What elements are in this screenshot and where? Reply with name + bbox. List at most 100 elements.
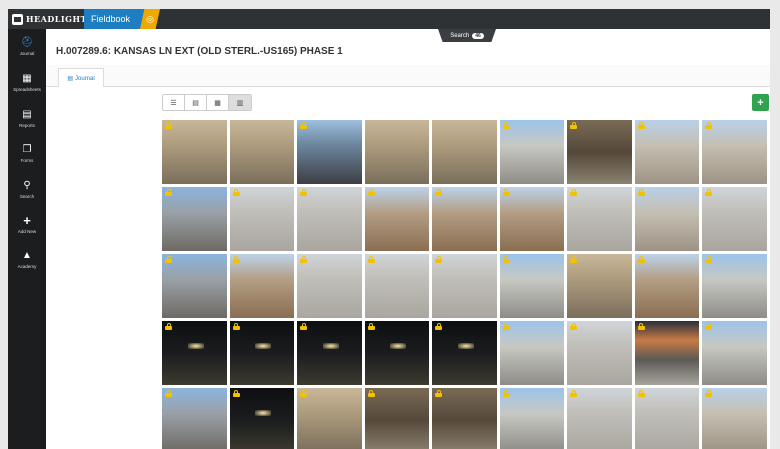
- tab-journal[interactable]: ▤ Journal: [58, 68, 104, 88]
- photo-thumbnail[interactable]: [229, 321, 294, 385]
- lock-icon: [435, 390, 442, 397]
- lock-icon: [300, 122, 307, 129]
- photo-thumbnail[interactable]: [364, 187, 429, 251]
- photo-thumbnail[interactable]: [229, 254, 294, 318]
- photo-thumbnail[interactable]: [162, 120, 227, 184]
- photo-thumbnail[interactable]: [567, 120, 632, 184]
- lock-icon: [232, 323, 240, 330]
- sidebar-item-journal[interactable]: ⛑ Journal: [8, 29, 46, 63]
- sidebar-item-add-new[interactable]: + Add New: [8, 207, 46, 241]
- photo-thumbnail[interactable]: [499, 187, 564, 251]
- photo-thumbnail[interactable]: [634, 254, 699, 318]
- photo-thumbnail[interactable]: [634, 388, 699, 449]
- photo-thumbnail[interactable]: [432, 321, 497, 385]
- photo-thumbnail[interactable]: [499, 254, 564, 318]
- photo-thumbnail[interactable]: [162, 254, 227, 318]
- lock-icon: [637, 122, 645, 129]
- photo-thumbnail[interactable]: [567, 254, 632, 318]
- lock-icon: [435, 189, 442, 196]
- photo-thumbnail[interactable]: [702, 254, 767, 318]
- sidebar-item-label: Spreadsheets: [13, 86, 41, 92]
- fieldbook-tab[interactable]: Fieldbook: [84, 9, 148, 29]
- lock-icon: [705, 390, 712, 397]
- lock-icon: [570, 256, 577, 263]
- photo-thumbnail[interactable]: [702, 187, 767, 251]
- lock-icon: [367, 323, 375, 330]
- photo-thumbnail[interactable]: [297, 120, 362, 184]
- photo-thumbnail[interactable]: [297, 254, 362, 318]
- sidebar-item-label: Search: [19, 193, 35, 199]
- forms-icon: ❐: [22, 143, 32, 155]
- page-header: Search 46 H.007289.6: KANSAS LN EXT (OLD…: [46, 29, 770, 65]
- photo-thumbnail[interactable]: [702, 321, 767, 385]
- light-glow: [187, 343, 204, 350]
- photo-thumbnail[interactable]: [567, 321, 632, 385]
- photo-thumbnail[interactable]: [499, 388, 564, 449]
- photo-thumbnail[interactable]: [634, 321, 699, 385]
- photo-thumbnail[interactable]: [162, 187, 227, 251]
- sidebar-item-search[interactable]: ⚲ Search: [8, 172, 46, 206]
- lock-icon: [502, 122, 510, 129]
- photo-thumbnail[interactable]: [364, 388, 429, 449]
- headlight-logo-icon: [12, 13, 23, 25]
- sidebar-item-spreadsheets[interactable]: ▦ Spreadsheets: [8, 65, 46, 99]
- photo-thumbnail[interactable]: [432, 254, 497, 318]
- brand-name: HEADLIGHT: [26, 14, 88, 24]
- lock-icon: [232, 256, 240, 263]
- view-toggle: ☰ ▤ ▦ ▥: [162, 94, 252, 111]
- lock-icon: [300, 256, 307, 263]
- photo-thumbnail[interactable]: [634, 120, 699, 184]
- lock-icon: [165, 122, 172, 129]
- main-content: ☰ ▤ ▦ ▥ +: [46, 87, 770, 449]
- photo-thumbnail[interactable]: [162, 388, 227, 449]
- medium-grid-icon[interactable]: ▦: [207, 95, 229, 110]
- photo-thumbnail[interactable]: [364, 120, 429, 184]
- photo-thumbnail[interactable]: [432, 120, 497, 184]
- search-tab[interactable]: Search 46: [438, 29, 496, 42]
- window-frame-right: [770, 0, 780, 449]
- lock-icon: [300, 323, 307, 330]
- lock-icon: [637, 189, 645, 196]
- sidebar-item-forms[interactable]: ❐ Forms: [8, 136, 46, 170]
- sidebar-item-reports[interactable]: ▤ Reports: [8, 101, 46, 135]
- photo-thumbnail[interactable]: [432, 187, 497, 251]
- search-count-badge: 46: [472, 32, 484, 39]
- photo-thumbnail[interactable]: [364, 254, 429, 318]
- light-glow: [322, 343, 339, 350]
- photo-thumbnail[interactable]: [499, 120, 564, 184]
- list-view-icon[interactable]: ☰: [163, 95, 185, 110]
- photo-thumbnail[interactable]: [297, 321, 362, 385]
- plus-icon: +: [23, 212, 31, 228]
- photo-thumbnail[interactable]: [702, 388, 767, 449]
- journal-icon: ⛑: [20, 36, 34, 48]
- sidebar-item-label: Reports: [19, 122, 35, 128]
- photo-thumbnail[interactable]: [432, 388, 497, 449]
- photo-thumbnail[interactable]: [567, 388, 632, 449]
- photo-thumbnail[interactable]: [364, 321, 429, 385]
- photo-thumbnail[interactable]: [229, 187, 294, 251]
- photo-thumbnail[interactable]: [297, 187, 362, 251]
- headlight-logo[interactable]: HEADLIGHT: [12, 12, 87, 26]
- photo-thumbnail[interactable]: [702, 120, 767, 184]
- detail-view-icon[interactable]: ▤: [185, 95, 207, 110]
- large-grid-icon[interactable]: ▥: [229, 95, 251, 110]
- photo-thumbnail[interactable]: [634, 187, 699, 251]
- photo-thumbnail[interactable]: [229, 120, 294, 184]
- photo-thumbnail[interactable]: [297, 388, 362, 449]
- lock-icon: [165, 256, 172, 263]
- light-glow: [255, 410, 272, 417]
- photo-thumbnail[interactable]: [567, 187, 632, 251]
- photo-thumbnail[interactable]: [229, 388, 294, 449]
- photo-thumbnail[interactable]: [162, 321, 227, 385]
- sidebar: ⛑ Journal ▦ Spreadsheets ▤ Reports ❐ For…: [8, 29, 46, 449]
- photo-thumbnail[interactable]: [499, 321, 564, 385]
- lock-icon: [165, 390, 172, 397]
- lock-icon: [165, 189, 172, 196]
- sidebar-item-academy[interactable]: ▲ Academy: [8, 242, 46, 276]
- lock-icon: [502, 189, 510, 196]
- search-icon: ⚲: [23, 179, 31, 191]
- lock-icon: [435, 323, 442, 330]
- lock-icon: [705, 323, 712, 330]
- lock-icon: [570, 390, 577, 397]
- add-entry-button[interactable]: +: [752, 94, 769, 111]
